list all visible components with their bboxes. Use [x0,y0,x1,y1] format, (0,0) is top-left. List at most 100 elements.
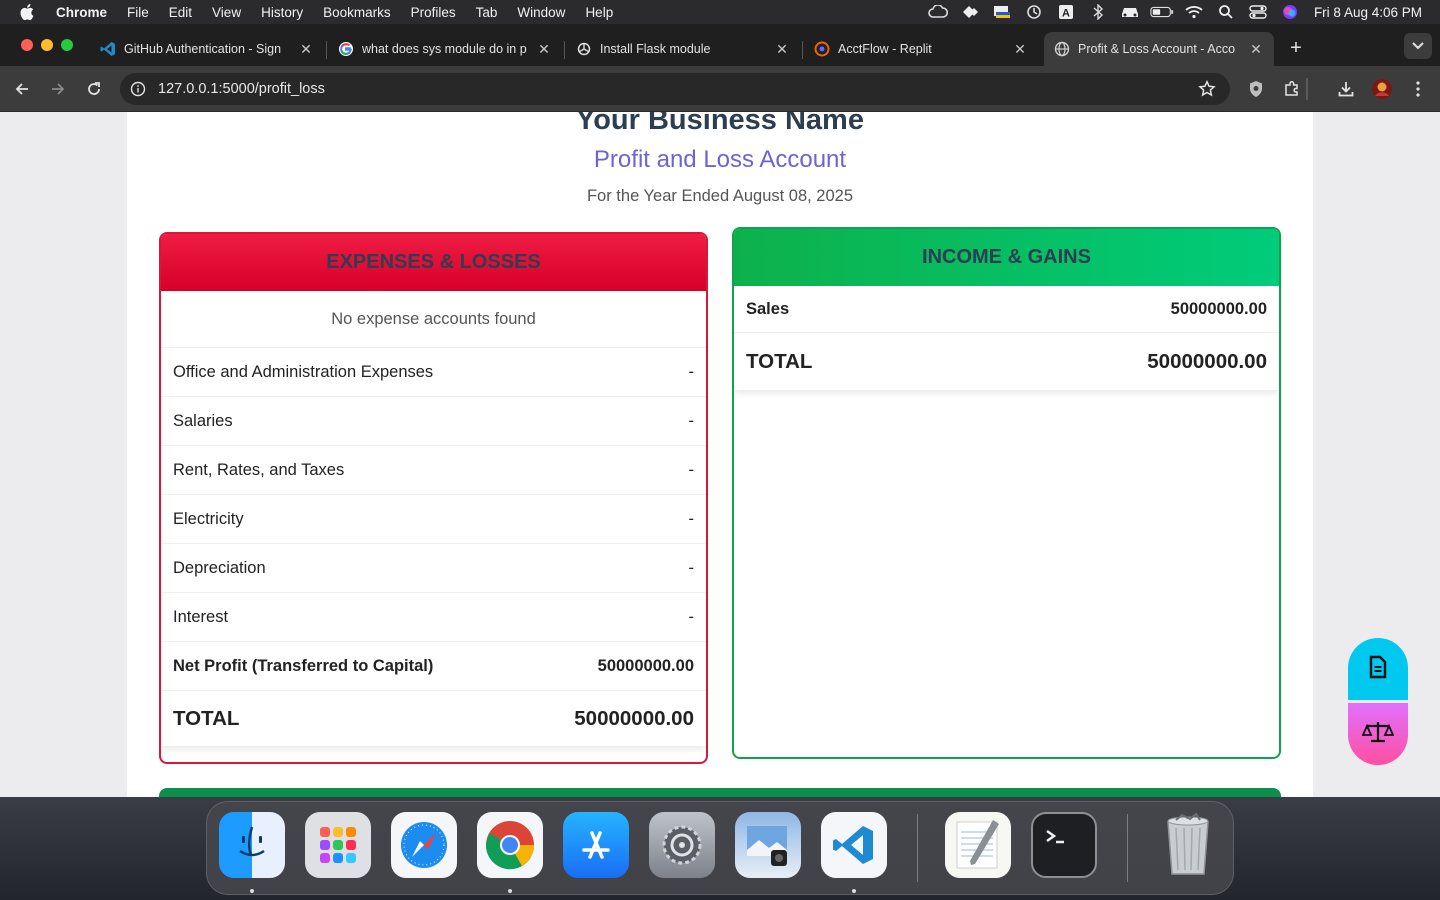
expense-row-label: Salaries [173,411,233,430]
preview-icon[interactable] [735,812,801,878]
replit-icon [814,41,830,57]
control-center-icon[interactable] [1246,0,1270,24]
net-profit-row: Net Profit (Transferred to Capital) 5000… [161,642,706,691]
downloads-icon[interactable] [1333,76,1359,102]
tab-close-icon[interactable]: ✕ [1248,41,1264,57]
visual-studio-code-icon[interactable] [821,812,887,878]
textedit-icon[interactable] [945,812,1011,878]
address-bar[interactable]: 127.0.0.1:5000/profit_loss [120,73,1230,105]
url-text[interactable]: 127.0.0.1:5000/profit_loss [158,81,325,97]
menu-window[interactable]: Window [507,5,575,20]
siri-icon[interactable] [1278,0,1302,24]
reload-icon[interactable] [81,76,107,102]
income-total-row: TOTAL 50000000.00 [734,333,1279,390]
safari-icon[interactable] [391,812,457,878]
window-zoom-button[interactable] [61,39,73,51]
new-tab-plus-icon[interactable]: + [1284,36,1308,60]
income-panel-header: INCOME & GAINS [734,229,1279,286]
tab-google-search[interactable]: what does sys module do in p ✕ [328,32,562,66]
tab-acctflow-replit[interactable]: AcctFlow - Replit ✕ [804,32,1038,66]
tab-close-icon[interactable]: ✕ [774,41,790,57]
expense-row-value: - [688,607,695,626]
expense-row-label: Rent, Rates, and Taxes [173,460,345,479]
expense-row: Rent, Rates, and Taxes - [161,446,706,495]
menu-profiles[interactable]: Profiles [401,5,466,20]
expense-row: Interest - [161,593,706,642]
tab-divider [802,41,803,59]
menu-file[interactable]: File [117,5,159,20]
bookmark-star-icon[interactable] [1198,80,1216,98]
tab-profit-loss-account[interactable]: Profit & Loss Account - Acco ✕ [1044,32,1274,66]
car-icon[interactable] [1118,0,1142,24]
menu-history[interactable]: History [251,5,313,20]
menu-view[interactable]: View [202,5,251,20]
text-input-a-icon[interactable]: A [1054,0,1078,24]
expense-row: Salaries - [161,397,706,446]
diamond-app-icon[interactable] [958,0,982,24]
spotlight-search-icon[interactable] [1214,0,1238,24]
balance-sheet-button[interactable] [1348,703,1408,765]
chrome-icon[interactable] [477,812,543,878]
tab-close-icon[interactable]: ✕ [536,41,552,57]
menu-bookmarks[interactable]: Bookmarks [313,5,401,20]
income-total-label: TOTAL [746,349,813,373]
apple-menu-icon[interactable] [18,3,36,21]
forward-arrow-icon[interactable] [45,76,71,102]
net-profit-value: 50000000.00 [597,656,694,675]
app-menu-chrome[interactable]: Chrome [50,5,117,20]
expense-row-value: - [688,411,695,430]
tab-github-authentication[interactable]: GitHub Authentication - Sign ✕ [90,32,324,66]
menu-edit[interactable]: Edit [159,5,202,20]
tab-install-flask[interactable]: Install Flask module ✕ [566,32,800,66]
menu-tab[interactable]: Tab [466,5,508,20]
tab-divider [564,41,565,59]
window-close-button[interactable] [21,39,33,51]
terminal-icon[interactable] [1031,812,1097,878]
privacy-shield-icon[interactable] [1243,76,1269,102]
export-document-button[interactable] [1348,638,1408,700]
document-icon [1368,655,1388,684]
running-indicator [852,889,856,893]
profile-avatar-icon[interactable] [1369,76,1395,102]
tab-close-icon[interactable]: ✕ [1012,41,1028,57]
extensions-puzzle-icon[interactable] [1279,76,1305,102]
net-profit-label: Net Profit (Transferred to Capital) [173,656,434,675]
macos-dock [206,801,1234,895]
tab-divider [326,41,327,59]
dock-separator [1127,814,1128,882]
menu-clock[interactable]: Fri 8 Aug 4:06 PM [1314,5,1422,20]
balance-scale-icon [1361,720,1395,749]
tab-close-icon[interactable]: ✕ [298,41,314,57]
launchpad-icon[interactable] [305,812,371,878]
trash-icon[interactable] [1155,812,1221,878]
report-period: For the Year Ended August 08, 2025 [586,187,854,205]
back-arrow-icon[interactable] [9,76,35,102]
running-indicator [508,889,512,893]
income-row-label: Sales [746,299,790,318]
web-page-viewport: Your Business Name Profit and Loss Accou… [0,112,1440,797]
income-row-value: 50000000.00 [1170,299,1267,318]
app-store-icon[interactable] [563,812,629,878]
report-container: Your Business Name Profit and Loss Accou… [127,112,1313,797]
finder-icon[interactable] [219,812,285,878]
income-total-value: 50000000.00 [1147,349,1267,373]
site-info-icon[interactable] [130,81,146,97]
chatgpt-icon [576,41,592,57]
expenses-total-value: 50000000.00 [574,706,694,730]
window-minimize-button[interactable] [41,39,53,51]
chrome-menu-kebab-icon[interactable] [1405,76,1431,102]
creative-cloud-icon[interactable] [926,0,950,24]
time-machine-icon[interactable] [1022,0,1046,24]
input-flag-icon[interactable] [990,0,1014,24]
globe-icon [1054,41,1070,57]
google-icon [338,41,354,57]
wifi-icon[interactable] [1182,0,1206,24]
running-indicator [250,889,254,893]
toolbar-divider [1306,78,1308,100]
vscode-icon [100,41,116,57]
bluetooth-icon[interactable] [1086,0,1110,24]
battery-icon[interactable] [1150,0,1174,24]
tab-search-chevron-icon[interactable] [1404,33,1432,59]
menu-help[interactable]: Help [575,5,623,20]
system-settings-icon[interactable] [649,812,715,878]
